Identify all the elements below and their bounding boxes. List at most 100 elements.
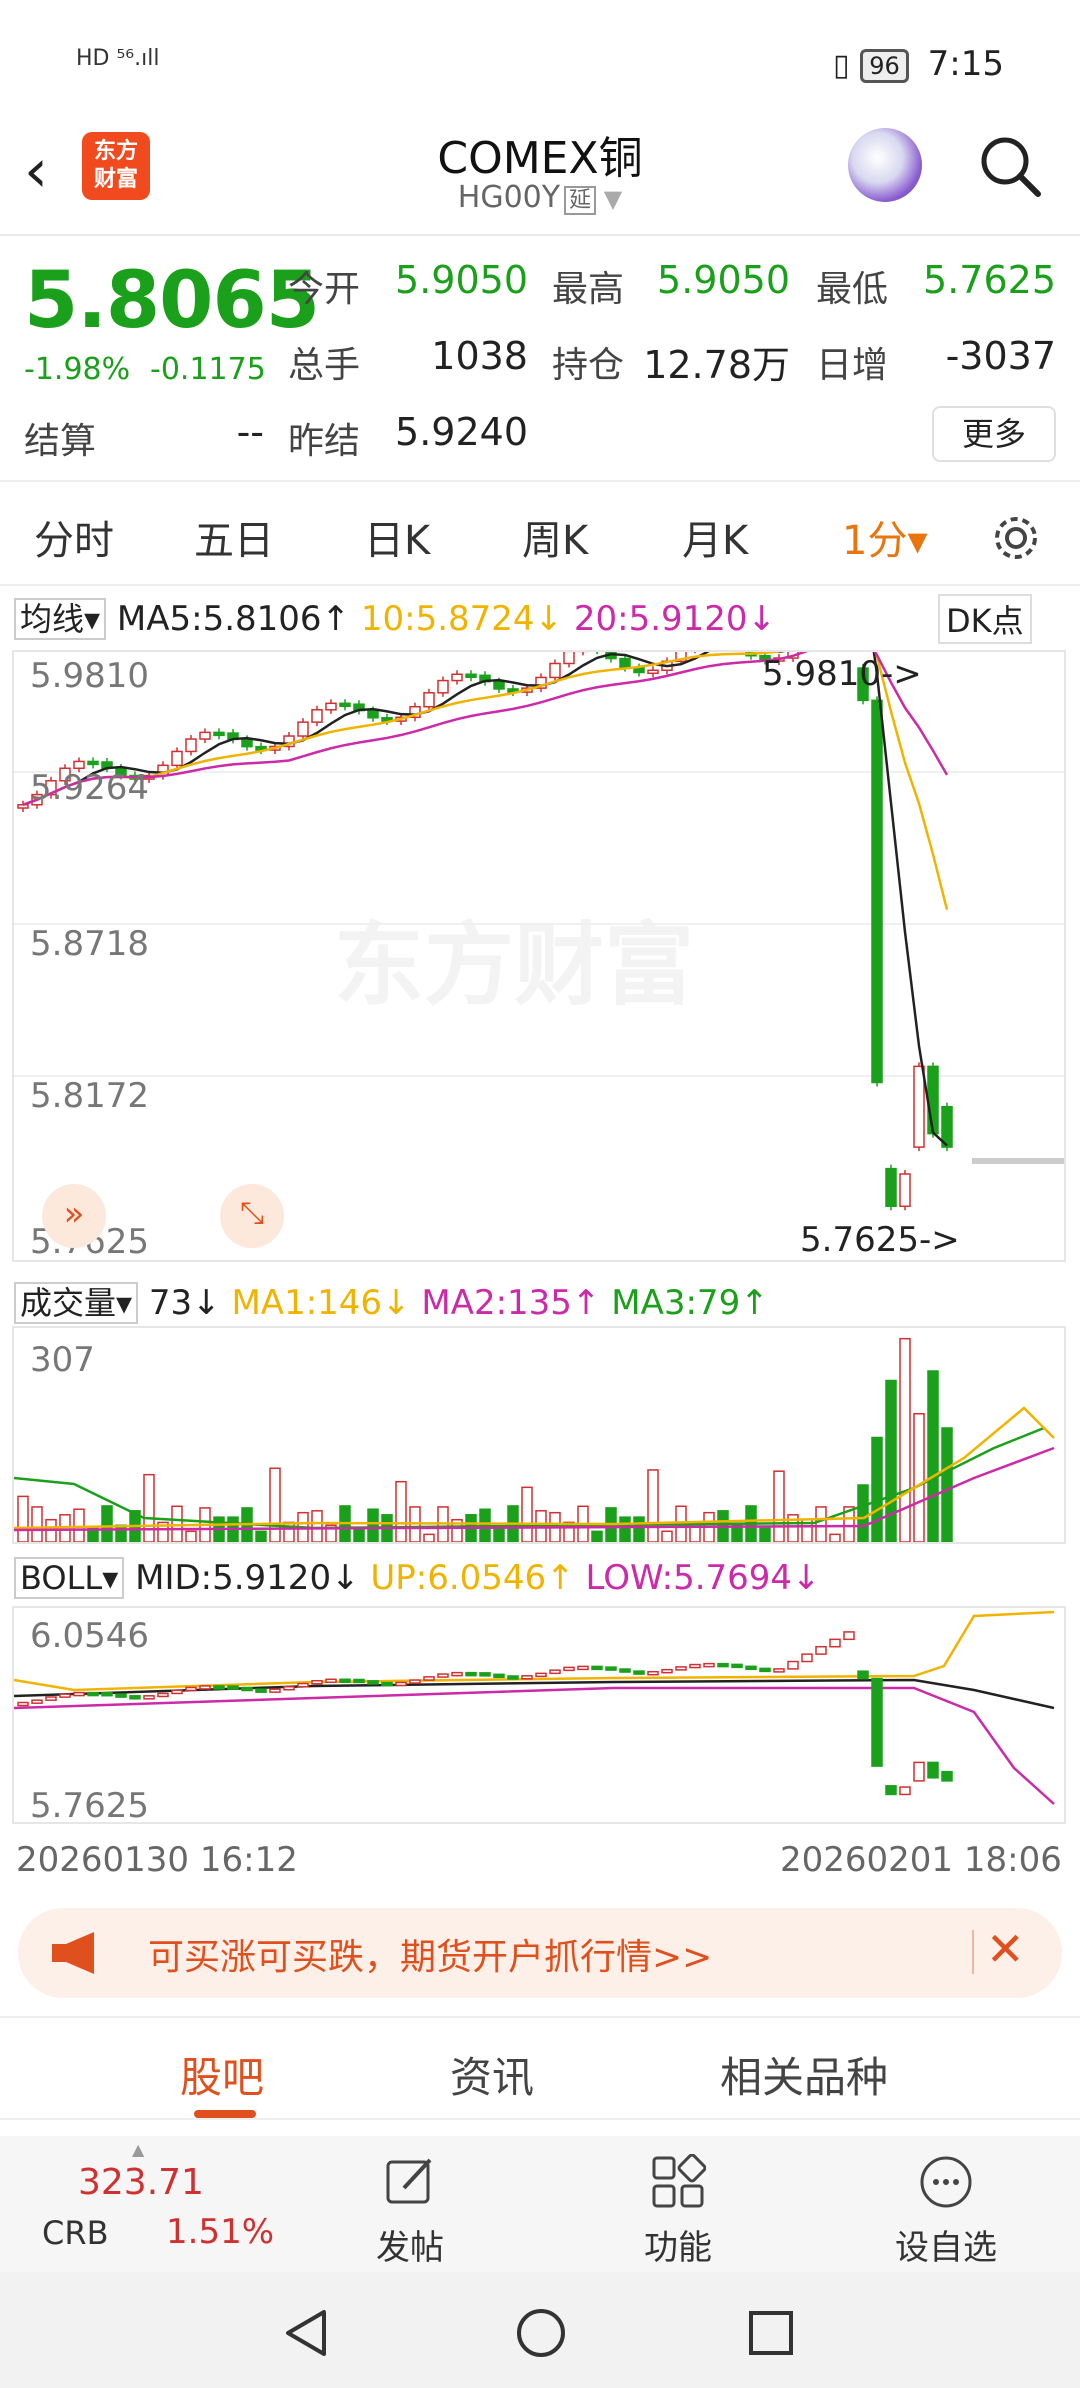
volume-canvas [14,1337,1055,1542]
volume-indicator-bar: 成交量▾ 73↓ MA1:146↓ MA2:135↑ MA3:79↑ [14,1278,769,1324]
tab-related[interactable]: 相关品种 [720,2044,888,2105]
volume-chart[interactable]: 307 [12,1326,1066,1544]
volume-bar [773,1470,785,1542]
boll-chart[interactable]: 6.0546 5.7625 [12,1606,1066,1826]
boll-candle [885,1785,897,1796]
volume-bar [941,1427,953,1542]
daily-inc-value: -3037 [945,334,1056,378]
vibrate-icon: ▯ [832,48,850,83]
banner-divider [972,1930,974,1974]
ma20-value: 20:5.9120↓ [573,599,777,639]
candle [423,692,435,708]
boll-candle [577,1665,589,1671]
more-button[interactable]: 更多 [932,406,1056,462]
function-label: 功能 [644,2228,712,2268]
crb-value: 323.71 [78,2162,204,2203]
boll-select[interactable]: BOLL▾ [14,1557,125,1599]
boll-mid: MID:5.9120↓ [135,1558,360,1598]
symbol-code[interactable]: HG00Y 延 ▼ [0,180,1080,215]
tab-1min[interactable]: 1分▾ [842,508,928,566]
low-label: 最低 [816,269,889,310]
boll-candle [633,1670,645,1675]
volume-bar [311,1510,323,1542]
tab-news[interactable]: 资讯 [450,2044,534,2105]
crb-label: CRB [42,2214,109,2252]
nav-home-icon[interactable] [514,2306,568,2360]
y-label-max: 5.9810 [30,656,149,696]
boll-candle [31,1699,43,1704]
boll-candle [101,1691,113,1697]
candle [17,804,29,809]
watchlist-label: 设自选 [895,2228,997,2268]
candle [437,679,449,694]
fullscreen-icon[interactable]: ⤡ [220,1184,284,1248]
boll-candle [829,1638,841,1648]
nav-recents-icon[interactable] [746,2308,796,2358]
boll-candle [115,1693,127,1698]
y-label-4: 5.8172 [30,1076,149,1116]
add-watchlist-button[interactable]: 设自选 [876,2154,1016,2269]
tab-five-day[interactable]: 五日 [194,508,274,566]
boll-up-line [14,1610,1055,1692]
dk-point-button[interactable]: DK点 [938,594,1032,644]
tab-month-k[interactable]: 月K [682,508,748,566]
y-label-3: 5.8718 [30,924,149,964]
ma10-value: 10:5.8724↓ [360,599,564,639]
boll-candle [59,1693,71,1698]
gear-icon[interactable] [990,512,1042,564]
ma-select[interactable]: 均线▾ [14,598,107,640]
boll-candle [45,1696,57,1701]
candle [199,731,211,740]
boll-candle [157,1692,169,1698]
post-button[interactable]: 发帖 [340,2154,480,2269]
boll-candle [311,1680,323,1685]
search-icon[interactable] [978,134,1042,198]
open-value: 5.9050 [395,258,528,302]
boll-candle [255,1688,267,1693]
promo-banner[interactable]: 可买涨可买跌，期货开户抓行情>> ✕ [18,1908,1062,1998]
assistant-avatar-icon[interactable] [848,128,922,202]
boll-candle [437,1673,449,1678]
boll-low: LOW:5.7694↓ [585,1558,821,1598]
boll-candle [339,1678,351,1684]
boll-candle [703,1662,715,1668]
volume-bar [829,1533,841,1542]
chevron-up-icon[interactable]: ▲ [132,2140,144,2159]
max-price-marker: 5.9810-> [762,654,922,694]
bottom-toolbar: ▲ 323.71 CRB 1.51% 发帖 功能 设自选 [0,2136,1080,2272]
kline-chart[interactable]: 东方财富 5.9810 5.9264 5.8718 5.8172 5.7625 … [12,650,1066,1262]
ma5-value: MA5:5.8106↑ [116,599,351,639]
symbol-text: HG00Y [457,180,561,215]
boll-candle [521,1675,533,1680]
candle [563,652,575,665]
volume-bar [759,1527,771,1542]
tab-week-k[interactable]: 周K [522,508,588,566]
boll-candle [143,1695,155,1700]
candle [185,738,197,753]
tab-intraday[interactable]: 分时 [34,508,114,566]
change-value: -0.1175 [150,352,266,387]
close-icon[interactable]: ✕ [986,1922,1025,1976]
low-value: 5.7625 [923,258,1056,302]
boll-indicator-bar: BOLL▾ MID:5.9120↓ UP:6.0546↑ LOW:5.7694↓ [14,1557,821,1599]
oi-label: 持仓 [552,345,625,386]
status-bar: HD ⁵⁶.ıll ▯ 96 7:15 [0,0,1080,120]
volume-select[interactable]: 成交量▾ [14,1282,139,1324]
vol-ma3: MA3:79↑ [611,1283,769,1323]
boll-candle [283,1686,295,1691]
volume-bar [633,1516,645,1542]
boll-candle [241,1686,253,1692]
candle [899,1173,911,1208]
function-button[interactable]: 功能 [608,2153,748,2269]
settle-value: -- [236,410,264,454]
tab-day-k[interactable]: 日K [364,508,430,566]
volume-bar [647,1469,659,1542]
prev-settle-value: 5.9240 [395,410,528,454]
volume-bar [857,1484,869,1542]
boll-candle [941,1770,953,1782]
expand-left-icon[interactable]: » [42,1184,106,1248]
tab-forum[interactable]: 股吧 [180,2044,264,2105]
boll-candle [199,1685,211,1690]
volume-bar [521,1486,533,1542]
nav-back-icon[interactable] [282,2308,332,2358]
